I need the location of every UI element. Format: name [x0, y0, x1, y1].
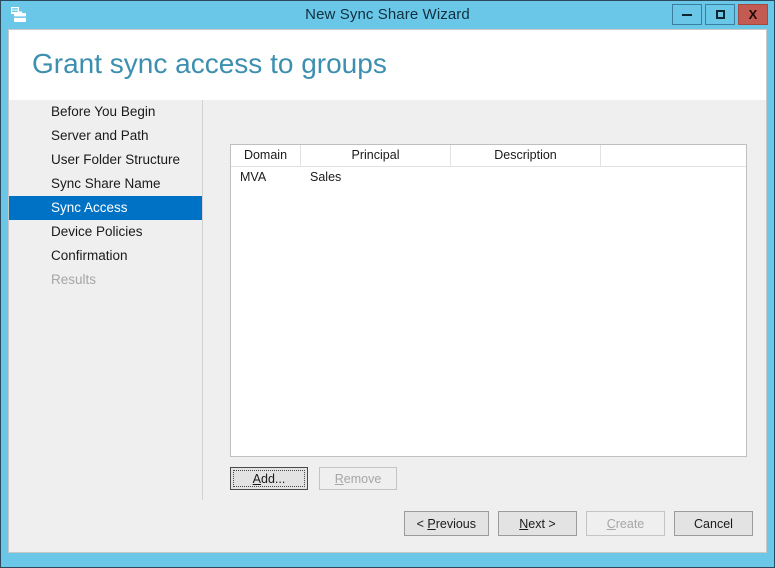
- remove-button: Remove: [319, 467, 397, 490]
- footer-bar: < Previous Next > Create Cancel: [9, 500, 766, 552]
- cell-domain: MVA: [240, 170, 267, 184]
- column-header-principal[interactable]: Principal: [301, 145, 451, 166]
- cell-principal: Sales: [310, 170, 342, 184]
- create-button-label: reate: [615, 516, 645, 531]
- create-button-accel: C: [606, 516, 616, 531]
- next-button[interactable]: Next >: [498, 511, 577, 536]
- sidebar-item-user-folder-structure[interactable]: User Folder Structure: [9, 148, 202, 172]
- next-button-label: ext >: [528, 516, 556, 531]
- title-bar: New Sync Share Wizard X: [1, 1, 774, 29]
- window-title: New Sync Share Wizard: [305, 6, 470, 23]
- previous-button[interactable]: < Previous: [403, 511, 489, 536]
- remove-button-accel: R: [334, 471, 344, 486]
- maximize-button[interactable]: [705, 4, 735, 25]
- header-band: Grant sync access to groups: [9, 30, 766, 100]
- column-header-domain[interactable]: Domain: [231, 145, 301, 166]
- sidebar-item-before-you-begin[interactable]: Before You Begin: [9, 100, 202, 124]
- sidebar-item-sync-share-name[interactable]: Sync Share Name: [9, 172, 202, 196]
- minimize-icon: [682, 13, 692, 16]
- window-body: Grant sync access to groups Before You B…: [8, 29, 767, 553]
- sidebar-item-confirmation[interactable]: Confirmation: [9, 244, 202, 268]
- add-button[interactable]: Add...: [230, 467, 308, 490]
- create-button: Create: [586, 511, 665, 536]
- close-button[interactable]: X: [738, 4, 768, 25]
- wizard-window: New Sync Share Wizard X Grant sync acces…: [0, 0, 775, 568]
- main-panel: Domain Principal Description MVA Sales A…: [203, 100, 766, 552]
- minimize-button[interactable]: [672, 4, 702, 25]
- sidebar-item-sync-access[interactable]: Sync Access: [9, 196, 202, 220]
- cell-description: [451, 167, 601, 187]
- wizard-steps-sidebar: Before You Begin Server and Path User Fo…: [9, 100, 202, 552]
- window-controls: X: [672, 4, 768, 25]
- page-title: Grant sync access to groups: [32, 48, 387, 79]
- list-action-buttons: Add... Remove: [230, 467, 397, 490]
- sidebar-item-results: Results: [51, 272, 97, 287]
- cell-filler: [601, 167, 746, 187]
- previous-button-accel: P: [427, 516, 436, 531]
- add-button-accel: A: [252, 471, 261, 486]
- previous-button-prefix: <: [416, 516, 428, 531]
- sync-access-list[interactable]: Domain Principal Description MVA Sales: [230, 144, 747, 457]
- sidebar-item-device-policies[interactable]: Device Policies: [9, 220, 202, 244]
- column-header-filler[interactable]: [601, 145, 746, 166]
- wizard-navigation-buttons: < Previous Next > Create Cancel: [403, 511, 753, 536]
- next-button-accel: N: [519, 516, 529, 531]
- sidebar-item-server-and-path[interactable]: Server and Path: [9, 124, 202, 148]
- add-button-label: dd...: [261, 471, 286, 486]
- previous-button-label: revious: [435, 516, 476, 531]
- table-header-row: Domain Principal Description: [231, 145, 746, 167]
- column-header-description[interactable]: Description: [451, 145, 601, 166]
- table-row[interactable]: MVA Sales: [231, 167, 746, 187]
- remove-button-label: emove: [343, 471, 382, 486]
- content-area: Before You Begin Server and Path User Fo…: [9, 100, 766, 552]
- maximize-icon: [715, 10, 725, 19]
- cancel-button[interactable]: Cancel: [674, 511, 753, 536]
